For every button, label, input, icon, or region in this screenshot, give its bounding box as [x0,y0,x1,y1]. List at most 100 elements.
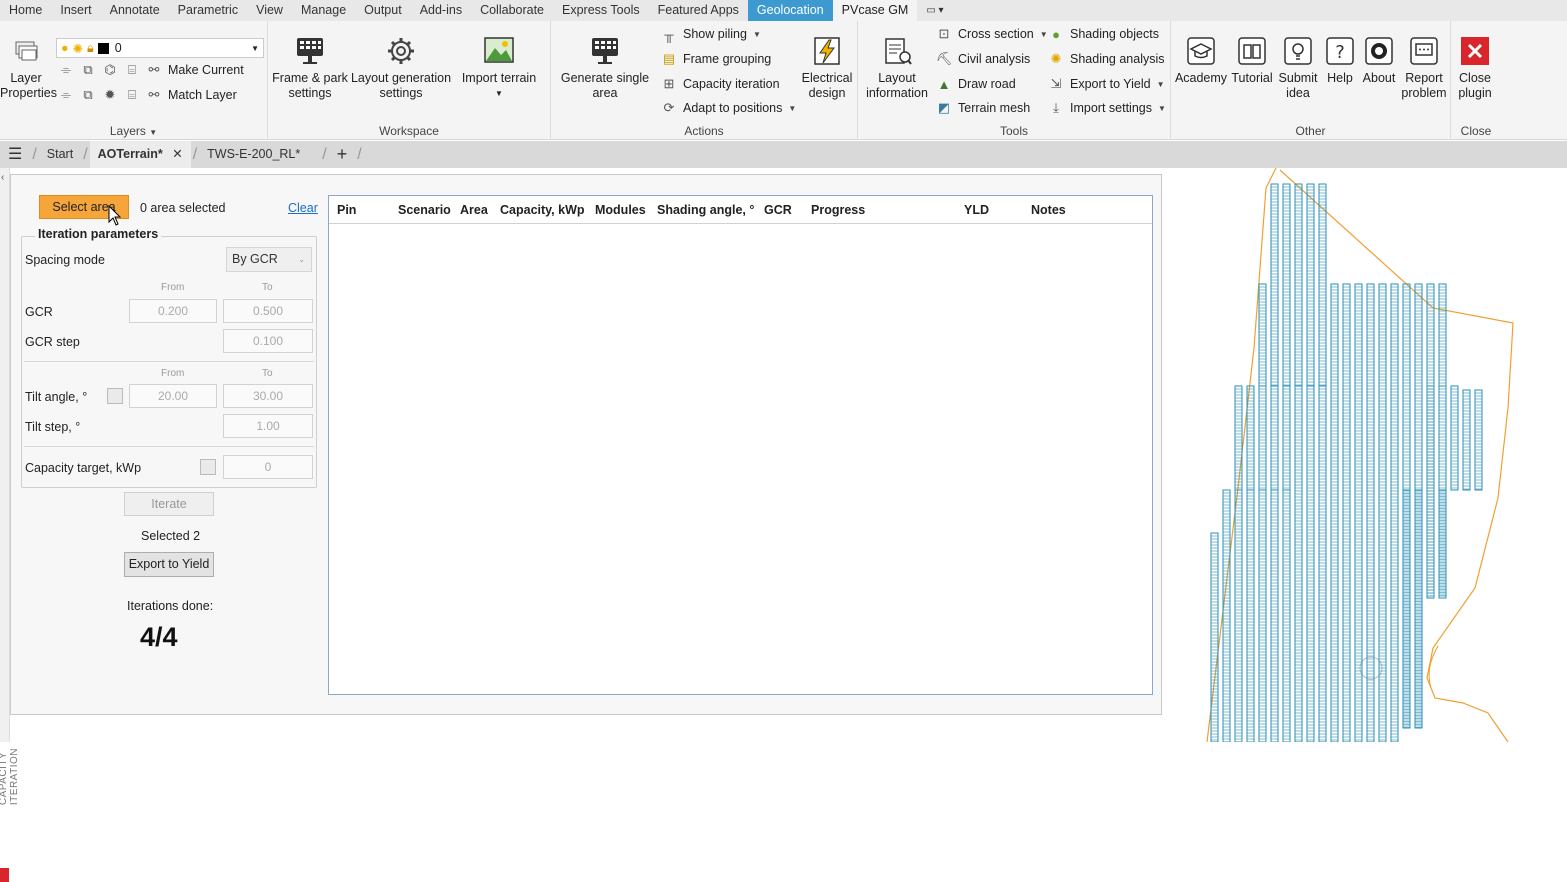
layer-walk-icon[interactable]: ⌯ [58,87,74,103]
import-settings-button[interactable]: ⤓ Import settings ▼ [1048,100,1166,116]
gcr-to-input[interactable]: 0.500 [223,299,313,323]
layout-generation-settings-label: Layout generation settings [350,71,452,100]
close-plugin-button[interactable]: Close plugin [1451,35,1499,101]
column-header-scenario[interactable]: Scenario [398,203,451,217]
palette-side-strip[interactable]: ‹ CAPACITY ITERATION [0,168,20,882]
match-layer-button[interactable]: Match Layer [168,88,237,102]
submit-idea-button[interactable]: Submit idea [1275,35,1321,101]
layers-group-title[interactable]: Layers ▼ [0,124,267,138]
solar-panel-icon [589,35,621,67]
tab-aoterrain[interactable]: AOTerrain* ✕ [89,141,191,168]
frame-park-settings-button[interactable]: Frame & park settings [270,35,350,101]
layer-lock-icon[interactable]: ⌸ [124,62,140,78]
gcr-from-input[interactable]: 0.200 [129,299,217,323]
capacity-target-checkbox[interactable] [200,459,216,475]
shading-analysis-button[interactable]: ✺ Shading analysis [1048,51,1165,67]
column-header-notes[interactable]: Notes [1031,203,1066,217]
new-tab-plus-icon[interactable]: + [329,141,356,168]
export-icon: ⇲ [1050,76,1062,91]
other-group-title: Other [1295,124,1326,138]
site-boundary-inlet [1428,645,1439,689]
results-table[interactable]: Pin Scenario Area Capacity, kWp Modules … [328,195,1153,695]
menu-bar: Home Insert Annotate Parametric View Man… [0,0,1567,21]
capacity-target-input[interactable]: 0 [223,455,313,479]
close-tab-icon[interactable]: ✕ [172,147,182,161]
menu-add-ins[interactable]: Add-ins [411,0,471,21]
draw-road-button[interactable]: ▲ Draw road [936,76,1016,92]
spacing-mode-dropdown[interactable]: By GCR ⌄ [226,247,312,272]
menu-manage[interactable]: Manage [292,0,355,21]
make-current-button[interactable]: Make Current [168,63,244,77]
layer-thaw-icon[interactable]: ✹ [102,87,118,103]
menu-geolocation[interactable]: Geolocation [747,0,833,21]
column-header-shading-angle[interactable]: Shading angle, ° [657,203,754,217]
hamburger-menu-icon[interactable]: ☰ [0,141,30,168]
layout-generation-settings-button[interactable]: Layout generation settings [350,35,452,101]
terrain-mesh-button[interactable]: ◩ Terrain mesh [936,100,1030,116]
tilt-angle-checkbox[interactable] [107,388,123,404]
tilt-from-input[interactable]: 20.00 [129,384,217,408]
layer-unisolate-icon[interactable]: ⧉ [80,87,96,103]
help-button[interactable]: ? Help [1321,35,1359,86]
electrical-design-button[interactable]: Electrical design [799,35,855,101]
spacing-mode-value: By GCR [232,252,278,266]
menu-annotate[interactable]: Annotate [101,0,169,21]
layer-dropdown[interactable]: ● ✺ 🔒︎ 0 ▼ [56,38,264,58]
frame-grouping-button[interactable]: ▤ Frame grouping [661,51,771,67]
column-header-gcr[interactable]: GCR [764,203,792,217]
about-button[interactable]: About [1359,35,1399,86]
gcr-step-input[interactable]: 0.100 [223,329,313,353]
tilt-to-input[interactable]: 30.00 [223,384,313,408]
ribbon-options-icon[interactable]: ▭ ▾ [917,0,952,21]
column-header-modules[interactable]: Modules [595,203,646,217]
show-piling-button[interactable]: ╥ Show piling ▼ [661,26,760,42]
layer-unlock-icon[interactable]: ⌸ [124,87,140,103]
solar-layout-drawing [1206,167,1514,743]
menu-insert[interactable]: Insert [51,0,100,21]
drawing-canvas[interactable] [1163,167,1567,743]
menu-view[interactable]: View [247,0,292,21]
capacity-iteration-icon: ⊞ [663,76,675,91]
chevron-down-icon: ▼ [251,43,259,53]
menu-parametric[interactable]: Parametric [169,0,247,21]
layer-off-icon[interactable]: ⌯ [58,62,74,78]
tilt-step-input[interactable]: 1.00 [223,414,313,438]
collapse-arrow-icon[interactable]: ‹ [1,172,4,183]
menu-pvcase-gm[interactable]: PVcase GM [832,0,918,21]
column-header-area[interactable]: Area [460,203,488,217]
module-row [1258,385,1267,491]
shading-objects-button[interactable]: ● Shading objects [1048,26,1159,42]
layer-properties-button[interactable]: Layer Properties [0,35,57,101]
export-to-yield-ribbon-button[interactable]: ⇲ Export to Yield ▼ [1048,76,1165,92]
tab-start[interactable]: Start [39,141,81,168]
capacity-iteration-button[interactable]: ⊞ Capacity iteration [661,76,780,92]
tab-tws-e-200[interactable]: TWS-E-200_RL* [199,141,308,168]
adapt-to-positions-button[interactable]: ⟳ Adapt to positions ▼ [661,100,797,116]
cross-section-button[interactable]: ⊡ Cross section ▼ [936,26,1048,42]
column-header-yld[interactable]: YLD [964,203,989,217]
clear-link[interactable]: Clear [288,201,318,215]
module-row [1234,385,1243,491]
menu-home[interactable]: Home [0,0,51,21]
menu-output[interactable]: Output [355,0,411,21]
layer-isolate-icon[interactable]: ⧉ [80,62,96,78]
civil-analysis-button[interactable]: ⛏ Civil analysis [936,51,1031,67]
column-header-capacity[interactable]: Capacity, kWp [500,203,585,217]
export-to-yield-button[interactable]: Export to Yield [124,552,214,577]
column-header-progress[interactable]: Progress [811,203,865,217]
iterate-button[interactable]: Iterate [124,492,214,516]
table-header: Pin Scenario Area Capacity, kWp Modules … [329,196,1152,224]
menu-featured-apps[interactable]: Featured Apps [649,0,748,21]
menu-express-tools[interactable]: Express Tools [553,0,649,21]
report-problem-button[interactable]: Report problem [1399,35,1449,101]
tutorial-button[interactable]: Tutorial [1229,35,1275,86]
module-row [1450,385,1459,491]
generate-single-area-button[interactable]: Generate single area [557,35,653,101]
column-header-pin[interactable]: Pin [337,203,356,217]
menu-collaborate[interactable]: Collaborate [471,0,553,21]
import-terrain-button[interactable]: Import terrain ▼ [458,35,540,101]
actions-group-title: Actions [684,124,724,138]
layer-freeze-icon[interactable]: ⌬ [102,62,118,78]
academy-button[interactable]: Academy [1173,35,1229,86]
layout-information-button[interactable]: Layout information [862,35,932,101]
